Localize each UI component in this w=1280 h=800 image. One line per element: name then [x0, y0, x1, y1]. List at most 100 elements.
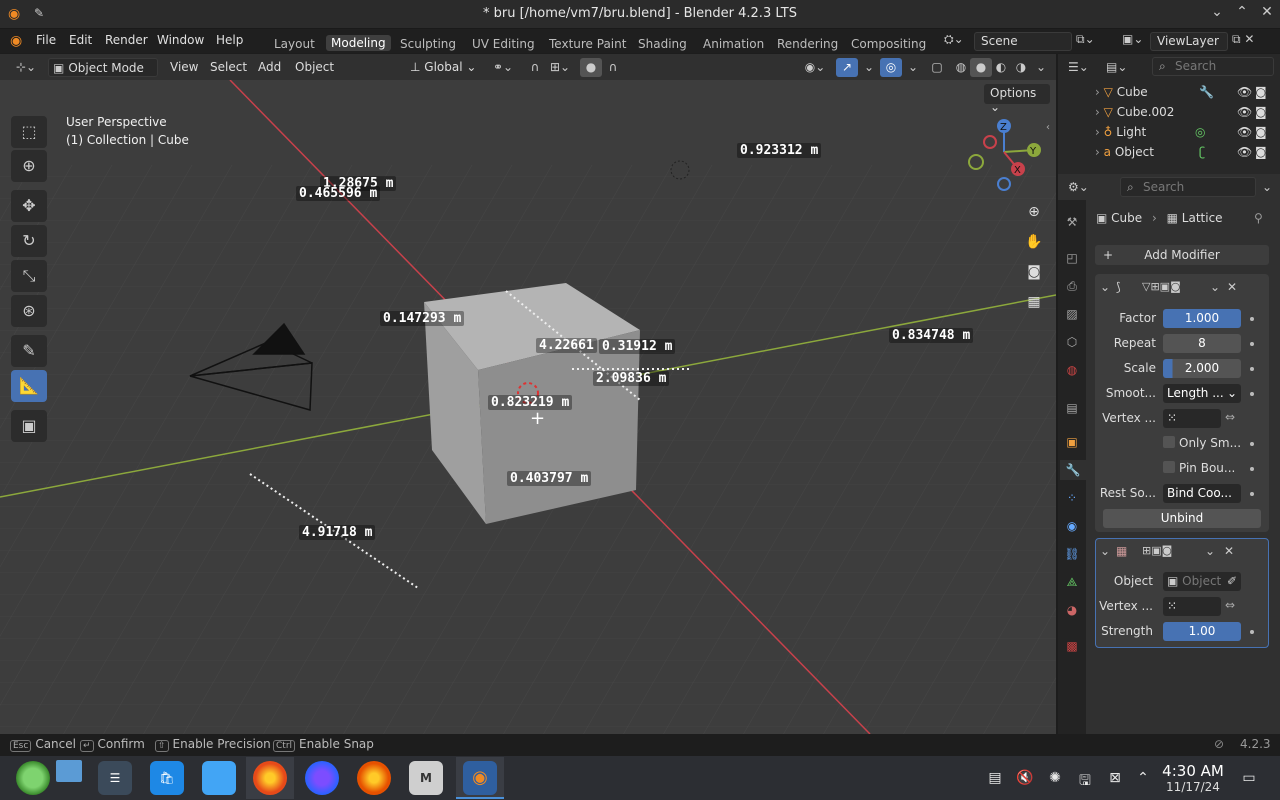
save-icon[interactable]: 🖫	[1076, 770, 1094, 789]
menu-file[interactable]: File	[36, 33, 56, 47]
world-tab-icon[interactable]: ◍	[1062, 360, 1082, 380]
tray-expand-icon[interactable]: ⌃	[1134, 770, 1152, 788]
keyframe-dot-icon[interactable]	[1250, 392, 1254, 396]
keyframe-dot-icon[interactable]	[1250, 492, 1254, 496]
strength-field[interactable]: 1.00	[1163, 622, 1241, 641]
output-tab-icon[interactable]: ⎙	[1062, 276, 1082, 296]
zoom-icon[interactable]: ⊕	[1022, 200, 1046, 224]
falloff-icon[interactable]: ∩	[602, 58, 624, 77]
keyframe-dot-icon[interactable]	[1250, 467, 1254, 471]
eyedropper-icon[interactable]: ✐	[1227, 572, 1237, 591]
tab-sculpting[interactable]: Sculpting	[400, 37, 456, 51]
clock-time[interactable]: 4:30 AM	[1162, 762, 1224, 780]
add-cube-tool[interactable]: ▣	[11, 410, 47, 442]
display-mode-icon[interactable]: ▤⌄	[1106, 60, 1136, 74]
text-editor-icon[interactable]: M	[409, 761, 443, 795]
gizmo-icon[interactable]: ↗	[836, 58, 858, 77]
eye-icon[interactable]: 👁	[1237, 105, 1252, 119]
menu-window[interactable]: Window	[157, 33, 204, 47]
outliner-item-object[interactable]: › a Object ʗ 👁 ◙	[1095, 145, 1267, 159]
blender-taskbar-icon[interactable]: ◉	[463, 761, 497, 795]
vertex-group-field[interactable]: ⁙	[1163, 409, 1221, 428]
chevron-down-icon[interactable]: ⌄	[1262, 180, 1272, 194]
store-app-icon[interactable]: 🛍	[150, 761, 184, 795]
blender-menu-icon[interactable]: ◉	[10, 33, 22, 49]
pin-boundary-checkbox[interactable]	[1163, 461, 1175, 473]
transform-tool[interactable]: ⊛	[11, 295, 47, 327]
smooth-type-dropdown[interactable]: Length ... ⌄	[1163, 384, 1241, 403]
modifier-menu-icon[interactable]: ⌄	[1210, 280, 1220, 294]
clock-date[interactable]: 11/17/24	[1162, 780, 1224, 794]
scale-field[interactable]: 2.000	[1163, 359, 1241, 378]
menu-add[interactable]: Add	[254, 58, 285, 77]
wireframe-shading-icon[interactable]: ◍	[950, 58, 972, 77]
tab-compositing[interactable]: Compositing	[851, 37, 926, 51]
material-shading-icon[interactable]: ◐	[990, 58, 1012, 77]
pivot-icon[interactable]: ⚭⌄	[488, 58, 518, 77]
eye-icon[interactable]: 👁	[1237, 145, 1252, 159]
tab-layout[interactable]: Layout	[274, 37, 315, 51]
physics-tab-icon[interactable]: ◉	[1062, 516, 1082, 536]
menu-view[interactable]: View	[166, 58, 202, 77]
gizmo-dropdown-icon[interactable]: ⌄	[858, 58, 880, 77]
outliner-item-cube[interactable]: › ▽ Cube 🔧 👁 ◙	[1095, 85, 1267, 99]
close-icon[interactable]: ✕	[1256, 4, 1278, 24]
tab-modeling[interactable]: Modeling	[326, 35, 391, 51]
modifier-tab-icon[interactable]: 🔧	[1060, 460, 1086, 480]
snap-icon[interactable]: ∩	[524, 58, 546, 77]
keyframe-dot-icon[interactable]	[1250, 442, 1254, 446]
properties-editor-icon[interactable]: ⚙⌄	[1068, 180, 1098, 194]
settings-app-icon[interactable]: ☰	[98, 761, 132, 795]
outliner-item-cube-002[interactable]: › ▽ Cube.002 👁 ◙	[1095, 105, 1267, 119]
keyframe-dot-icon[interactable]	[1250, 342, 1254, 346]
menu-select[interactable]: Select	[206, 58, 251, 77]
scale-tool[interactable]: ⤡	[11, 260, 47, 292]
maximize-icon[interactable]: ⌃	[1231, 4, 1253, 24]
pan-hand-icon[interactable]: ✋	[1022, 230, 1046, 254]
eye-icon[interactable]: 👁	[1237, 125, 1252, 139]
rest-source-dropdown[interactable]: Bind Coo...⌄	[1163, 484, 1241, 519]
view-layer-icon[interactable]: ▣⌄	[1122, 32, 1148, 51]
brightness-icon[interactable]: ✺	[1046, 770, 1064, 788]
outliner-search-input[interactable]: ⌕ Search	[1152, 57, 1274, 76]
keyframe-dot-icon[interactable]	[1250, 367, 1254, 371]
tool-tab-icon[interactable]: ⚒	[1062, 212, 1082, 232]
sidebar-toggle-icon[interactable]: ‹	[1046, 122, 1050, 133]
volume-muted-icon[interactable]: 🔇	[1016, 770, 1034, 788]
show-desktop-icon[interactable]: ▭	[1240, 770, 1258, 788]
modifier-menu-icon[interactable]: ⌄	[1205, 544, 1215, 558]
remove-modifier-icon[interactable]: ✕	[1224, 544, 1234, 558]
texture-tab-icon[interactable]: ▩	[1062, 636, 1082, 656]
editor-type-icon[interactable]: ⊹⌄	[10, 58, 42, 77]
collapse-chevron-icon[interactable]: ⌄	[1100, 280, 1110, 294]
firefox-dev-icon[interactable]	[305, 761, 339, 795]
proportional-edit-icon[interactable]: ●	[580, 58, 602, 77]
tab-texture-paint[interactable]: Texture Paint	[549, 37, 626, 51]
orientation-dropdown[interactable]: ⊥ Global ⌄	[406, 58, 486, 77]
new-view-layer-icon[interactable]: ⧉ ✕	[1232, 32, 1272, 51]
view-layer-tab-icon[interactable]: ▨	[1062, 304, 1082, 324]
pin-icon[interactable]: ⚲	[1254, 211, 1263, 225]
view-layer-field[interactable]: ViewLayer	[1150, 32, 1228, 51]
annotate-tool[interactable]: ✎	[11, 335, 47, 367]
tab-shading[interactable]: Shading	[638, 37, 687, 51]
xray-icon[interactable]: ▢	[926, 58, 948, 77]
cursor-tool[interactable]: ⊕	[11, 150, 47, 182]
lattice-vertex-group-field[interactable]: ⁙	[1163, 597, 1221, 616]
scene-tab-icon[interactable]: ⬡	[1062, 332, 1082, 352]
minimize-icon[interactable]: ⌄	[1206, 4, 1228, 24]
remove-modifier-icon[interactable]: ✕	[1227, 280, 1237, 294]
outliner-item-light[interactable]: › ♁ Light ◎ 👁 ◙	[1095, 125, 1267, 139]
object-field[interactable]: ▣ Object ✐	[1163, 572, 1241, 591]
menu-object[interactable]: Object	[291, 58, 338, 77]
camera-view-icon[interactable]: ◙	[1022, 260, 1046, 284]
new-scene-icon[interactable]: ⧉⌄	[1076, 32, 1112, 51]
constraints-tab-icon[interactable]: ⛓	[1062, 544, 1082, 564]
collapse-chevron-icon[interactable]: ⌄	[1100, 544, 1110, 558]
camera-icon[interactable]: ◙	[1255, 105, 1267, 119]
properties-search-input[interactable]: ⌕ Search	[1120, 177, 1256, 197]
solid-shading-icon[interactable]: ●	[970, 58, 992, 77]
menu-render[interactable]: Render	[105, 33, 148, 47]
eye-icon[interactable]: 👁	[1237, 85, 1252, 99]
camera-icon[interactable]: ◙	[1255, 125, 1267, 139]
